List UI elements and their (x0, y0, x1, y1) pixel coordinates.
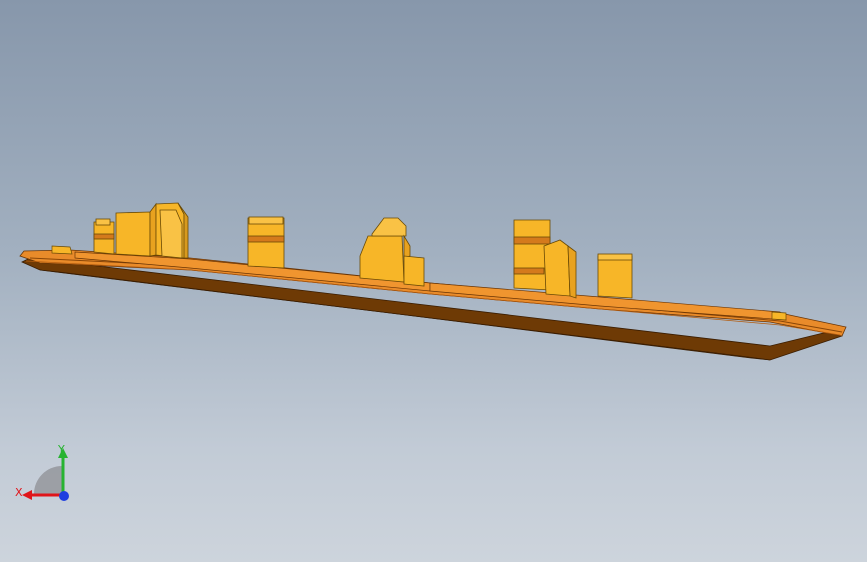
y-axis-label: Y (57, 443, 65, 456)
connector-block-5 (597, 253, 633, 299)
3d-viewport[interactable]: Y X (0, 0, 867, 562)
rail-groove-line (29, 257, 843, 333)
connector-block-3 (359, 217, 425, 287)
triad-plane-icon (34, 466, 62, 494)
x-axis-label: X (15, 486, 23, 499)
end-tab-right (771, 311, 787, 321)
z-axis-dot-icon (59, 491, 69, 501)
coordinate-triad: Y X (15, 443, 69, 501)
x-arrowhead-icon (22, 490, 32, 500)
part-model[interactable] (0, 0, 867, 562)
connector-block-2 (247, 216, 285, 269)
end-tab-left (51, 245, 73, 255)
connector-block-4 (513, 219, 577, 299)
connector-block-1 (93, 202, 189, 259)
